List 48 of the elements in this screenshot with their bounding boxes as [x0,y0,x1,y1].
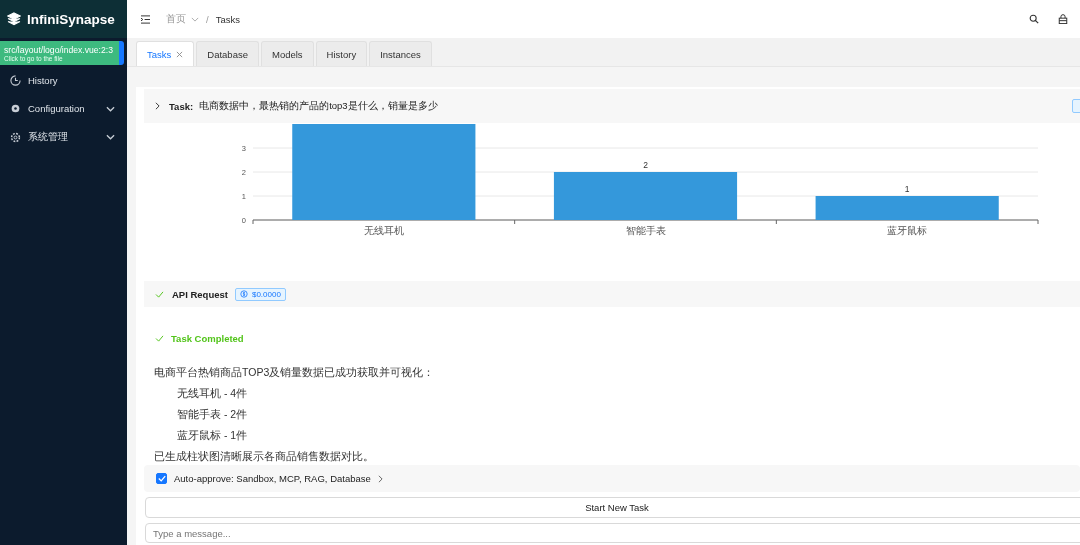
message-input[interactable]: Type a message... [145,523,1080,543]
result-item: 蓝牙鼠标 - 1件 [176,428,249,443]
cost-value: $0.0000 [251,289,281,299]
data-label: 1 [904,184,910,194]
result-item: 无线耳机 - 4件 [176,386,249,401]
sidebar-item[interactable]: History [0,66,127,95]
tab[interactable]: Instances [369,41,432,66]
result-text: 电商平台热销商品TOP3及销量数据已成功获取并可视化： [153,365,436,380]
checkbox[interactable] [156,473,167,484]
sidebar-item[interactable]: Configuration [0,94,127,123]
dollar-icon [239,290,248,298]
stack-icon [7,12,21,26]
menu-icon[interactable] [140,14,151,24]
status-label: Task Completed [171,332,244,344]
task-text: 电商数据中，最热销的产品的top3是什么，销量是多少 [199,99,438,113]
category-label: 智能手表 [625,225,666,236]
close-icon[interactable] [176,50,184,58]
category-label: 蓝牙鼠标 [887,225,928,236]
check-icon [155,334,164,342]
gear-icon [10,131,21,143]
chevron-down-icon [106,134,115,141]
sidebar-item[interactable]: 系统管理 [0,123,127,152]
api-request-label: API Request [172,288,228,300]
chevron-down-icon [106,105,115,112]
cog-icon [10,103,21,115]
data-label: 2 [643,160,648,170]
chevron-down-icon [191,16,199,22]
category-label: 无线耳机 [363,225,404,236]
clock-icon [10,74,21,86]
tab[interactable]: Tasks [136,41,195,66]
tab[interactable]: Database [196,41,259,66]
result-item: 智能手表 - 2件 [176,407,249,422]
tab[interactable]: History [315,41,368,66]
chevron-right-icon[interactable] [377,474,383,483]
breadcrumb-separator: / [206,13,209,25]
task-header[interactable]: Task: 电商数据中，最热销的产品的top3是什么，销量是多少 [144,89,1080,123]
chevron-right-icon [155,102,160,110]
task-label: Task: [169,100,194,112]
start-new-task-button[interactable]: Start New Task [145,497,1080,518]
app-logo: InfiniSynapse [27,11,115,27]
result-text: 已生成柱状图清晰展示各商品销售数据对比。 [153,449,375,464]
check-icon [155,290,164,298]
file-path: src/layout/logo/index.vue:2:3 [4,44,114,55]
lock-icon[interactable] [1058,14,1068,24]
tab[interactable]: Models [260,41,314,66]
auto-approve-label: Auto-approve: Sandbox, MCP, RAG, Database [174,473,371,484]
breadcrumb-current: Tasks [215,13,240,25]
search-icon[interactable] [1029,14,1039,24]
